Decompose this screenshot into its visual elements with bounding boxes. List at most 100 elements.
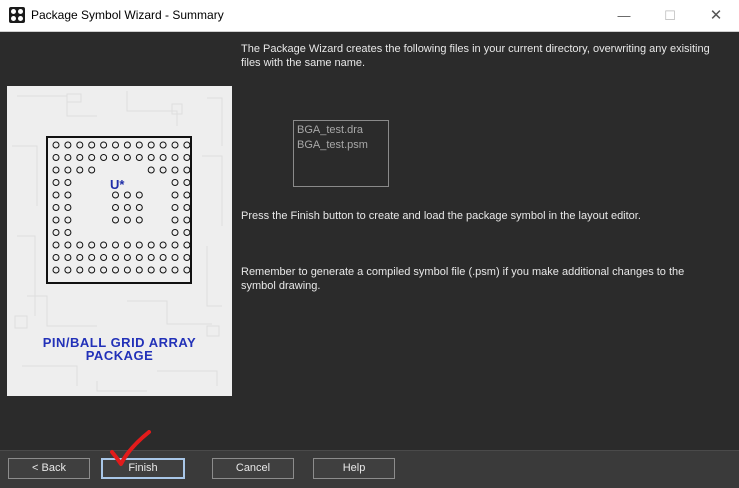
file-item: BGA_test.psm <box>297 139 368 151</box>
solder-ball <box>64 254 72 261</box>
solder-ball <box>183 204 190 211</box>
solder-ball <box>52 166 60 174</box>
solder-ball <box>147 241 155 249</box>
solder-ball <box>112 154 119 161</box>
bga-package-outline <box>46 136 192 284</box>
app-icon <box>9 7 25 23</box>
solder-ball <box>100 154 108 161</box>
solder-ball <box>171 241 179 249</box>
solder-ball <box>76 141 84 149</box>
reference-designator: U* <box>110 177 125 192</box>
solder-ball <box>183 229 190 236</box>
solder-ball <box>64 241 72 249</box>
solder-ball <box>88 254 96 261</box>
file-item: BGA_test.dra <box>297 124 364 136</box>
solder-ball <box>76 154 84 161</box>
reminder-text: Remember to generate a compiled symbol f… <box>241 266 685 292</box>
solder-ball <box>76 254 84 261</box>
solder-ball <box>183 266 190 274</box>
package-caption: PIN/BALL GRID ARRAY PACKAGE <box>7 336 232 362</box>
solder-ball <box>159 266 167 274</box>
close-button[interactable]: ✕ <box>693 0 739 31</box>
solder-ball <box>52 191 60 199</box>
help-button[interactable]: Help <box>313 458 395 479</box>
solder-ball <box>52 254 60 261</box>
solder-ball <box>52 141 60 149</box>
solder-ball <box>147 154 155 161</box>
solder-ball <box>112 241 119 249</box>
solder-ball <box>183 179 190 186</box>
solder-ball <box>88 166 96 174</box>
solder-ball <box>123 216 131 224</box>
solder-ball <box>147 254 155 261</box>
solder-ball <box>112 141 119 149</box>
solder-ball <box>112 266 119 274</box>
solder-ball <box>100 141 108 149</box>
cancel-button[interactable]: Cancel <box>212 458 294 479</box>
solder-ball <box>52 204 60 211</box>
solder-ball <box>112 216 119 224</box>
solder-ball <box>52 229 60 236</box>
solder-ball <box>52 179 60 186</box>
solder-ball <box>159 154 167 161</box>
solder-ball <box>171 204 179 211</box>
solder-ball <box>64 191 72 199</box>
solder-ball <box>100 254 108 261</box>
title-bar: Package Symbol Wizard - Summary — ☐ ✕ <box>0 0 739 32</box>
solder-ball <box>171 154 179 161</box>
solder-ball <box>171 179 179 186</box>
solder-ball <box>147 266 155 274</box>
solder-ball <box>112 254 119 261</box>
solder-ball <box>123 204 131 211</box>
solder-ball <box>100 266 108 274</box>
solder-ball <box>183 241 190 249</box>
file-list: BGA_test.dra BGA_test.psm <box>293 120 389 187</box>
solder-ball <box>64 204 72 211</box>
back-button[interactable]: < Back <box>8 458 90 479</box>
package-illustration: U* PIN/BALL GRID ARRAY PACKAGE <box>7 86 232 396</box>
finish-instructions: Press the Finish button to create and lo… <box>241 210 641 222</box>
solder-ball <box>183 254 190 261</box>
solder-ball <box>52 266 60 274</box>
solder-ball <box>52 241 60 249</box>
solder-ball <box>88 266 96 274</box>
solder-ball <box>123 141 131 149</box>
solder-ball <box>159 166 167 174</box>
solder-ball <box>52 154 60 161</box>
solder-ball <box>112 204 119 211</box>
solder-ball <box>147 141 155 149</box>
solder-ball <box>76 166 84 174</box>
solder-ball <box>64 141 72 149</box>
solder-ball <box>135 266 143 274</box>
solder-ball <box>123 241 131 249</box>
solder-ball <box>147 166 155 174</box>
solder-ball <box>88 154 96 161</box>
solder-ball <box>64 266 72 274</box>
solder-ball <box>135 216 143 224</box>
solder-ball <box>64 166 72 174</box>
solder-ball <box>64 154 72 161</box>
solder-ball <box>171 191 179 199</box>
solder-ball <box>135 191 143 199</box>
minimize-button[interactable]: — <box>601 0 647 31</box>
solder-ball <box>183 191 190 199</box>
solder-ball <box>183 141 190 149</box>
maximize-button[interactable]: ☐ <box>647 0 693 31</box>
solder-ball <box>64 216 72 224</box>
solder-ball <box>64 229 72 236</box>
intro-text: The Package Wizard creates the following… <box>241 43 710 69</box>
window-title: Package Symbol Wizard - Summary <box>31 8 224 22</box>
solder-ball <box>171 266 179 274</box>
solder-ball <box>100 241 108 249</box>
solder-ball <box>112 191 119 199</box>
solder-ball <box>171 141 179 149</box>
solder-ball <box>76 266 84 274</box>
solder-ball <box>76 241 84 249</box>
solder-ball <box>123 254 131 261</box>
ball-grid <box>52 141 190 274</box>
solder-ball <box>135 141 143 149</box>
solder-ball <box>171 229 179 236</box>
solder-ball <box>183 166 190 174</box>
solder-ball <box>159 141 167 149</box>
solder-ball <box>64 179 72 186</box>
